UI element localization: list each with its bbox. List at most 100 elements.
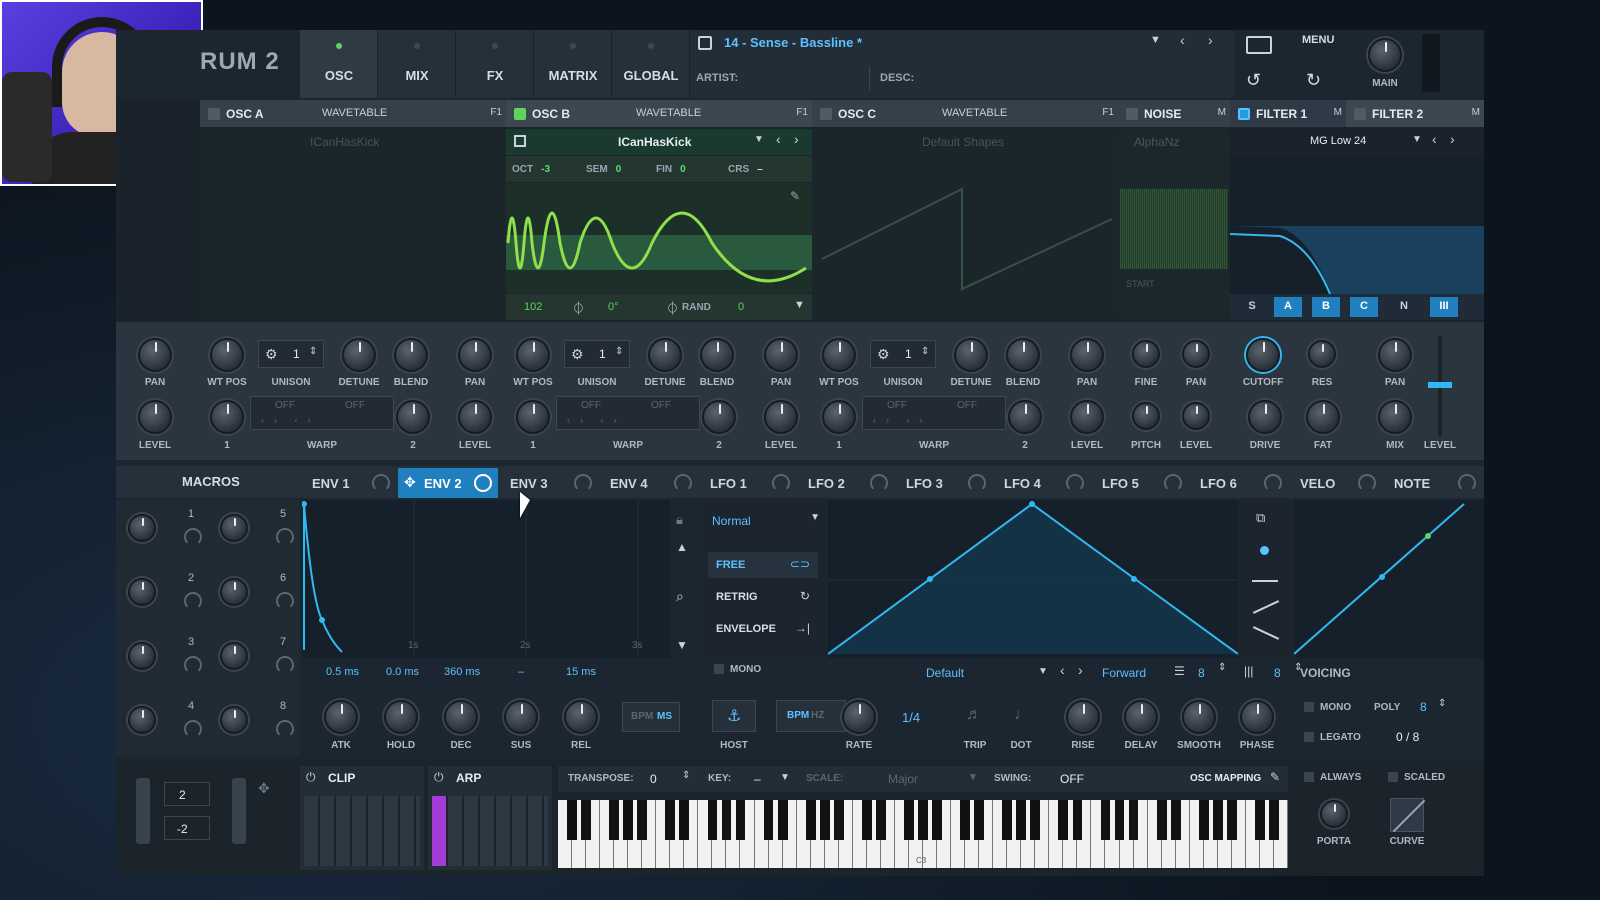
env-hold-knob[interactable] [384, 700, 418, 734]
save-icon[interactable] [698, 36, 712, 50]
lfo-shape-prev-icon[interactable]: ‹ [1060, 662, 1065, 678]
scaled-checkbox[interactable] [1388, 772, 1398, 782]
osc-b-wtpos-knob[interactable] [516, 338, 550, 372]
curve-display[interactable] [1390, 798, 1426, 833]
voicing-legato-checkbox[interactable] [1304, 732, 1314, 742]
porta-knob[interactable] [1320, 800, 1348, 828]
osc-b-blend-knob[interactable] [700, 338, 734, 372]
macro-7-knob[interactable] [220, 642, 248, 670]
osc-a-blend-knob[interactable] [394, 338, 428, 372]
poly-stepper-icon[interactable]: ⇕ [1438, 698, 1446, 709]
routing-s[interactable]: S [1244, 300, 1260, 312]
osc-a-warp-box[interactable]: OFF OFF ‹ › ‹ › [250, 396, 394, 430]
ramp-down-icon[interactable] [1252, 626, 1280, 640]
filter-mix-knob[interactable] [1378, 400, 1412, 434]
black-key[interactable] [960, 800, 970, 840]
tab-lfo6[interactable]: LFO 6 [1190, 468, 1288, 498]
env-hold-value[interactable]: 0.0 ms [386, 666, 419, 678]
filter1-mute[interactable]: M [1334, 107, 1342, 118]
filter-drive-knob[interactable] [1248, 400, 1282, 434]
lfo-rise-knob[interactable] [1066, 700, 1100, 734]
main-volume-knob[interactable] [1368, 38, 1402, 72]
osc-b-next-icon[interactable]: › [794, 131, 799, 147]
always-checkbox[interactable] [1304, 772, 1314, 782]
osc-c-filter-routing[interactable]: F1 [1102, 107, 1114, 118]
routing-a[interactable]: A [1274, 297, 1302, 317]
lfo-shape-next-icon[interactable]: › [1078, 662, 1083, 678]
arp-label[interactable]: ARP [456, 771, 481, 785]
tab-osc[interactable]: OSC [300, 30, 378, 98]
edit-mapping-icon[interactable]: ✎ [1270, 770, 1280, 784]
flat-line-icon[interactable] [1252, 580, 1278, 582]
macro-4-knob[interactable] [128, 706, 156, 734]
osc-c-type[interactable]: WAVETABLE [942, 107, 1007, 119]
noise-fine-knob[interactable] [1132, 340, 1160, 368]
env-sus-value[interactable]: – [518, 666, 524, 678]
clip-power-icon[interactable]: ⏻ [306, 770, 316, 785]
filter-pan-knob[interactable] [1378, 338, 1412, 372]
undo-icon[interactable]: ↺ [1246, 70, 1261, 91]
filter-type-name[interactable]: MG Low 24 [1310, 135, 1366, 147]
black-key[interactable] [581, 800, 591, 840]
tab-global[interactable]: GLOBAL [612, 30, 690, 98]
osc-c-warp1-knob[interactable] [822, 400, 856, 434]
black-key[interactable] [567, 800, 577, 840]
redo-icon[interactable]: ↻ [1306, 70, 1321, 91]
lfo-shape-dropdown-icon[interactable]: ▼ [1038, 666, 1048, 677]
grid-stepper-icon[interactable]: ⇕ [1218, 662, 1226, 673]
lfo-delay-knob[interactable] [1124, 700, 1158, 734]
routing-n[interactable]: N [1390, 300, 1418, 312]
osc-a-pan-knob-right[interactable] [458, 338, 492, 372]
osc-b-fin[interactable]: FIN 0 [656, 164, 686, 175]
black-key[interactable] [665, 800, 676, 840]
env-rel-value[interactable]: 15 ms [566, 666, 596, 678]
macro-5-mod-icon[interactable] [276, 528, 294, 546]
key-dropdown-icon[interactable]: ▼ [780, 772, 790, 783]
black-key[interactable] [904, 800, 914, 840]
osc-b-toggle[interactable] [514, 108, 526, 120]
env-atk-value[interactable]: 0.5 ms [326, 666, 359, 678]
black-key[interactable] [875, 800, 886, 840]
noise-pitch-knob[interactable] [1132, 402, 1160, 430]
macro-5-knob[interactable] [220, 514, 248, 542]
osc-b-prev-icon[interactable]: ‹ [776, 131, 781, 147]
black-key[interactable] [623, 800, 634, 840]
black-key[interactable] [819, 800, 830, 840]
env-down-icon[interactable]: ▼ [676, 638, 688, 652]
black-key[interactable] [918, 800, 928, 840]
env-dec-knob[interactable] [444, 700, 478, 734]
env-zoom-icon[interactable]: ⌕ [676, 588, 684, 605]
black-key[interactable] [1030, 800, 1041, 840]
pitch-down-range[interactable]: -2 [164, 816, 210, 840]
dotted-icon[interactable]: ♩ [1014, 706, 1030, 724]
env-up-icon[interactable]: ▲ [676, 540, 688, 554]
osc-b-filter-routing[interactable]: F1 [796, 107, 808, 118]
osc-b-pan-knob-right[interactable] [764, 338, 798, 372]
black-key[interactable] [1269, 800, 1279, 840]
lfo-envelope-button[interactable]: ENVELOPE →| [708, 616, 818, 642]
osc-b-unison-box[interactable]: ⚙ 1 ⇕ [564, 340, 630, 368]
osc-a-warp2-knob[interactable] [396, 400, 430, 434]
lfo-phase-knob[interactable] [1240, 700, 1274, 734]
lfo-free-button[interactable]: FREE ⊂⊃ [708, 552, 818, 578]
macro-1-knob[interactable] [128, 514, 156, 542]
routing-c[interactable]: C [1350, 297, 1378, 317]
transpose-stepper-icon[interactable]: ⇕ [682, 770, 690, 781]
black-key[interactable] [861, 800, 872, 840]
black-key[interactable] [1072, 800, 1083, 840]
clip-label[interactable]: CLIP [328, 771, 355, 785]
osc-c-warp2-knob[interactable] [1008, 400, 1042, 434]
tab-mix[interactable]: MIX [378, 30, 456, 98]
filter2-mute[interactable]: M [1472, 107, 1480, 118]
filter-prev-icon[interactable]: ‹ [1432, 131, 1437, 147]
swing-value[interactable]: OFF [1060, 772, 1084, 786]
env-sus-knob[interactable] [504, 700, 538, 734]
black-key[interactable] [707, 800, 718, 840]
tab-env4[interactable]: ENV 4 [600, 468, 698, 498]
osc-c-pan-knob-right[interactable] [1070, 338, 1104, 372]
lfo-mono-checkbox[interactable] [714, 664, 724, 674]
osc-c-wtpos-knob[interactable] [822, 338, 856, 372]
black-key[interactable] [1212, 800, 1223, 840]
osc-a-filter-routing[interactable]: F1 [490, 107, 502, 118]
tab-lfo1[interactable]: LFO 1 [700, 468, 796, 498]
